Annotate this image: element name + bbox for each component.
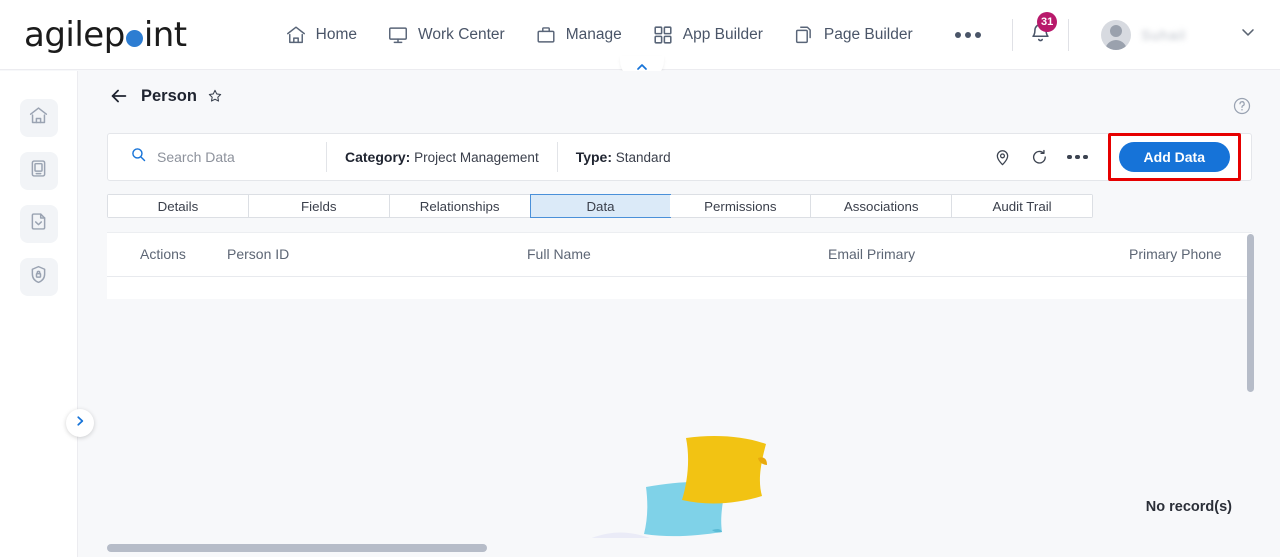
agilepoint-logo[interactable]: agilep int [24,15,187,55]
search-icon [130,146,147,168]
home-icon [285,24,307,46]
map-pin-icon[interactable] [993,148,1012,167]
app-window: agilep int Home Work Center Manage App B… [0,0,1280,557]
user-name-label: Suhail [1141,26,1186,43]
chevron-down-icon[interactable] [1238,22,1258,47]
notifications-button[interactable]: 31 [1029,11,1058,49]
category-value: Project Management [414,150,539,165]
user-menu[interactable]: Suhail [1101,19,1186,50]
page-header: Person [78,71,1280,121]
briefcase-icon [535,24,557,46]
logo-text-before: agilep [24,14,125,55]
category-label: Category: [345,149,411,165]
help-circle-icon[interactable] [1232,96,1252,121]
tab-relationships[interactable]: Relationships [389,195,531,217]
column-header-primary-phone[interactable]: Primary Phone [1129,246,1222,262]
document-download-icon [28,211,49,237]
horizontal-scrollbar[interactable] [107,544,487,552]
data-grid-header: Actions Person ID Full Name Email Primar… [107,233,1252,277]
nav-item-app-builder[interactable]: App Builder [652,24,763,46]
copy-pages-icon [793,24,815,46]
entity-tabs: Details Fields Relationships Data Permis… [107,194,1093,218]
nav-label-home: Home [315,25,357,43]
nav-label-work-center: Work Center [418,25,505,43]
monitor-icon [387,24,409,46]
column-header-email-primary[interactable]: Email Primary [828,246,915,262]
tab-permissions[interactable]: Permissions [670,195,812,217]
no-records-label: No record(s) [1145,499,1232,515]
arrow-left-icon[interactable] [108,85,130,107]
home-icon [28,105,49,131]
empty-state-illustration [562,432,822,538]
type-label: Type: [575,149,613,165]
monitor-icon [28,158,49,184]
nav-label-app-builder: App Builder [682,25,763,43]
nav-item-manage[interactable]: Manage [535,24,622,46]
sidebar-item-reports[interactable] [19,205,58,243]
column-header-person-id[interactable]: Person ID [227,246,289,262]
category-meta: Category: Project Management [327,149,557,165]
logo-text: agilep int [24,15,187,55]
nav-item-work-center[interactable]: Work Center [387,24,505,46]
toolbar-actions: Add Data [993,133,1251,181]
vertical-scrollbar[interactable] [1247,234,1254,392]
nav-item-home[interactable]: Home [285,24,357,46]
type-meta: Type: Standard [558,149,689,165]
data-toolbar: Search Data Category: Project Management… [107,133,1252,181]
tab-data[interactable]: Data [529,194,672,218]
sidebar-item-security[interactable] [19,258,58,296]
notification-count-badge: 31 [1037,11,1058,32]
add-data-button[interactable]: Add Data [1118,142,1230,172]
tab-fields[interactable]: Fields [248,195,390,217]
expand-sidebar-button[interactable] [66,409,94,437]
left-sidebar [0,71,78,557]
nav-label-manage: Manage [565,25,622,43]
nav-label-page-builder: Page Builder [823,25,913,43]
page-title: Person [141,86,197,105]
search-placeholder: Search Data [157,149,235,165]
add-data-highlight: Add Data [1107,133,1241,181]
nav-item-page-builder[interactable]: Page Builder [793,24,913,46]
column-header-actions[interactable]: Actions [140,246,186,262]
shield-lock-icon [28,264,49,290]
star-icon[interactable] [207,88,223,104]
avatar [1101,19,1132,50]
grid-squares-icon [652,24,674,46]
sidebar-item-apps[interactable] [19,152,58,190]
more-horizontal-icon[interactable] [954,31,981,38]
tab-associations[interactable]: Associations [811,195,953,217]
type-value: Standard [615,150,671,165]
empty-row-strip [107,277,1252,299]
search-input[interactable]: Search Data [108,146,326,168]
data-grid-body: No record(s) [107,277,1252,538]
data-grid: Actions Person ID Full Name Email Primar… [107,232,1252,538]
more-horizontal-icon[interactable] [1067,154,1088,160]
nav-divider [1012,18,1014,51]
primary-nav-items: Home Work Center Manage App Builder Page… [285,24,981,46]
sidebar-item-home[interactable] [19,99,58,137]
tab-details[interactable]: Details [108,195,249,217]
chevron-right-icon [73,414,87,433]
nav-divider-2 [1068,18,1070,51]
logo-dot-icon [125,30,143,47]
column-header-full-name[interactable]: Full Name [527,246,591,262]
tab-audit-trail[interactable]: Audit Trail [952,195,1093,217]
logo-text-after: int [143,14,187,55]
refresh-icon[interactable] [1030,148,1049,167]
